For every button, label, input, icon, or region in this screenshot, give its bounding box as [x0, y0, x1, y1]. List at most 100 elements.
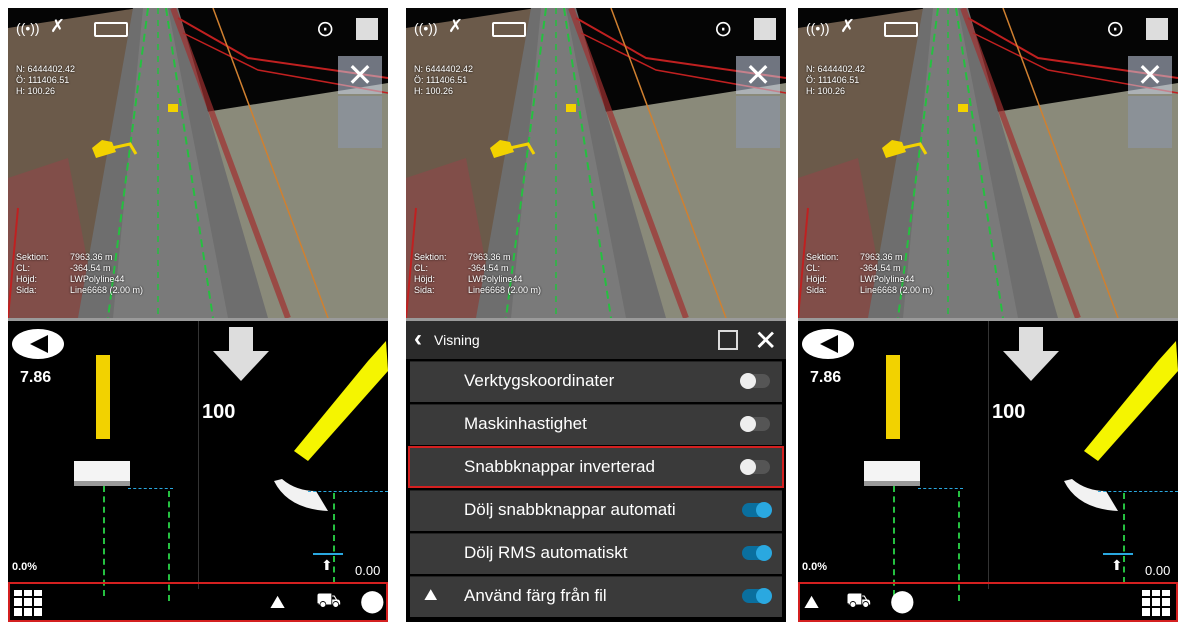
- percent-value: 0.0%: [12, 561, 38, 573]
- info-value-side: Line6668 (2.00 m): [860, 285, 934, 295]
- info-value-height: LWPolyline44: [468, 274, 523, 284]
- blade-level-bar: [96, 355, 110, 439]
- menu-item-hide-shortcuts[interactable]: Dölj snabbknappar automati: [410, 490, 782, 531]
- locate-icon[interactable]: ⊙: [316, 16, 334, 42]
- info-label-side: Sida:: [16, 285, 37, 295]
- gnss-signal-icon: ((•)): [806, 20, 830, 36]
- machine-icon[interactable]: ⛟: [316, 590, 341, 615]
- coord-height: H: 100.26: [414, 86, 454, 96]
- depth-arrow-icon: [1003, 327, 1059, 383]
- blade-level-bar: [886, 355, 900, 439]
- info-value-cl: -364.54 m: [860, 263, 901, 273]
- info-label-height: Höjd:: [414, 274, 436, 284]
- coord-height: H: 100.26: [16, 86, 56, 96]
- shortcuts-inverted-highlight: [408, 446, 784, 488]
- percent-value: 0.0%: [802, 561, 828, 573]
- grid-menu-icon[interactable]: [14, 590, 42, 616]
- machine-icon[interactable]: ⛟: [846, 590, 871, 615]
- info-value-height: LWPolyline44: [860, 274, 915, 284]
- toggle-tool-coordinates[interactable]: [740, 373, 770, 389]
- minimap-icon[interactable]: [1128, 96, 1172, 148]
- depth-arrow-icon: [213, 327, 269, 383]
- info-value-height: LWPolyline44: [70, 274, 125, 284]
- coord-north: N: 6444402.42: [16, 64, 76, 74]
- info-label-section: Sektion:: [414, 252, 447, 262]
- info-value-section: 7963.36 m: [860, 252, 903, 262]
- cube-view-icon[interactable]: [1146, 18, 1168, 40]
- close-icon[interactable]: ✕: [754, 324, 777, 357]
- bucket-icon: [274, 341, 388, 511]
- offset-value: 0.00: [1145, 563, 1171, 578]
- cube-view-icon[interactable]: [754, 18, 776, 40]
- battery-icon: [94, 22, 128, 37]
- 3d-terrain-view[interactable]: [798, 8, 1178, 318]
- excavator-view-panel-3: ((•)) ✗ ⊙ ✕ N: 6444402.42 Ö: 111406.51 H…: [798, 8, 1178, 622]
- locate-icon[interactable]: ⊙: [1106, 16, 1124, 42]
- offset-arrow-icon: ⬆: [1111, 557, 1123, 573]
- menu-title: Visning: [434, 332, 480, 348]
- menu-item-use-file-color[interactable]: ⛰ Använd färg från fil: [410, 576, 782, 617]
- blade-icon: [74, 461, 130, 486]
- info-value-section: 7963.36 m: [468, 252, 511, 262]
- coord-east: Ö: 111406.51: [806, 75, 860, 85]
- info-value-side: Line6668 (2.00 m): [468, 285, 542, 295]
- coord-north: N: 6444402.42: [806, 64, 866, 74]
- terrain-icon: ⛰: [424, 587, 438, 604]
- offset-arrow-icon: ⬆: [321, 557, 333, 573]
- bucket-icon: [1064, 341, 1178, 511]
- depth-value: 100: [202, 401, 236, 423]
- info-label-cl: CL:: [16, 263, 31, 273]
- guidance-view: 7.86 0.0% 100 ⬆ 0.00: [798, 321, 1178, 622]
- back-chevron-icon[interactable]: ‹: [414, 325, 422, 353]
- menu-item-machine-speed[interactable]: Maskinhastighet: [410, 404, 782, 445]
- info-label-height: Höjd:: [806, 274, 828, 284]
- gnss-signal-icon: ((•)): [414, 20, 438, 36]
- info-label-section: Sektion:: [806, 252, 839, 262]
- map-pin-icon[interactable]: ⬤: [360, 588, 385, 614]
- toggle-use-file-color[interactable]: [742, 588, 772, 604]
- battery-icon: [884, 22, 918, 37]
- toggle-hide-shortcuts[interactable]: [742, 502, 772, 518]
- info-label-cl: CL:: [414, 263, 429, 273]
- info-label-height: Höjd:: [16, 274, 38, 284]
- battery-icon: [492, 22, 526, 37]
- satellite-icon: ✗: [448, 16, 464, 36]
- 3d-terrain-view[interactable]: [406, 8, 786, 318]
- toggle-hide-rms[interactable]: [742, 545, 772, 561]
- compass-icon[interactable]: [802, 329, 854, 359]
- grid-menu-icon[interactable]: [1142, 590, 1170, 616]
- guidance-view: 7.86 0.0% 100 ⬆ 0.00: [8, 321, 388, 622]
- terrain-icon[interactable]: ⛰: [804, 592, 819, 613]
- map-pin-icon[interactable]: ⬤: [890, 588, 915, 614]
- toggle-machine-speed[interactable]: [740, 416, 770, 432]
- coord-east: Ö: 111406.51: [414, 75, 468, 85]
- 3d-terrain-view[interactable]: [8, 8, 388, 318]
- close-icon[interactable]: ✕: [338, 56, 382, 94]
- close-icon[interactable]: ✕: [1128, 56, 1172, 94]
- coord-north: N: 6444402.42: [414, 64, 474, 74]
- excavator-view-panel-1: ((•)) ✗ ⊙ ✕ N: 6444402.42 Ö: 111406.51 H…: [8, 8, 388, 622]
- satellite-icon: ✗: [50, 16, 66, 36]
- slope-value: 7.86: [810, 369, 842, 386]
- depth-value: 100: [992, 401, 1026, 423]
- blade-icon: [864, 461, 920, 486]
- excavator-view-panel-2: ((•)) ✗ ⊙ ✕ N: 6444402.42 Ö: 111406.51 H…: [406, 8, 786, 622]
- external-window-icon[interactable]: [718, 330, 738, 350]
- info-label-section: Sektion:: [16, 252, 49, 262]
- coord-east: Ö: 111406.51: [16, 75, 70, 85]
- locate-icon[interactable]: ⊙: [714, 16, 732, 42]
- satellite-icon: ✗: [840, 16, 856, 36]
- minimap-icon[interactable]: [338, 96, 382, 148]
- slope-value: 7.86: [20, 369, 52, 386]
- menu-item-hide-rms[interactable]: Dölj RMS automatiskt: [410, 533, 782, 574]
- info-value-section: 7963.36 m: [70, 252, 113, 262]
- close-icon[interactable]: ✕: [736, 56, 780, 94]
- gnss-signal-icon: ((•)): [16, 20, 40, 36]
- terrain-icon[interactable]: ⛰: [270, 592, 285, 613]
- compass-icon[interactable]: [12, 329, 64, 359]
- display-menu-header: ‹ Visning ✕: [406, 321, 786, 359]
- minimap-icon[interactable]: [736, 96, 780, 148]
- menu-item-tool-coordinates[interactable]: Verktygskoordinater: [410, 361, 782, 402]
- coord-height: H: 100.26: [806, 86, 846, 96]
- cube-view-icon[interactable]: [356, 18, 378, 40]
